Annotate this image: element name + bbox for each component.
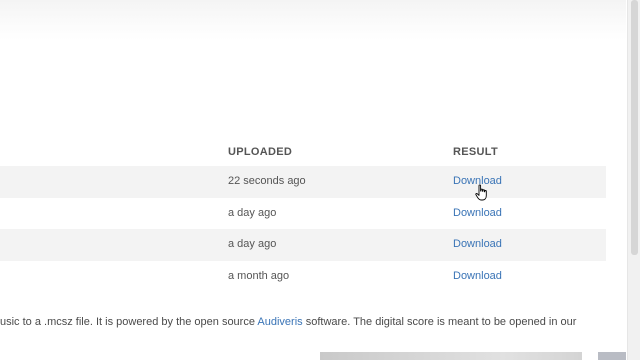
uploaded-column-header: UPLOADED [228,146,293,158]
audiveris-link[interactable]: Audiveris [257,316,302,328]
uploaded-time: a day ago [228,206,277,219]
preview-image [320,352,582,360]
download-link[interactable]: Download [453,270,502,282]
results-table: UPLOADED RESULT 22 seconds ago Download … [0,140,606,292]
uploaded-time: a day ago [228,238,277,250]
description-text: usic to a .mcsz file. It is powered by t… [0,316,576,328]
download-link[interactable]: Download [453,238,502,250]
table-row: a day ago Download [0,198,606,230]
description-text-end: software. The digital score is meant to … [302,316,577,328]
result-column-header: RESULT [453,146,498,158]
table-row: 22 seconds ago Download [0,166,606,198]
hand-pointer-icon [475,184,487,201]
download-link[interactable]: Download [453,207,502,219]
uploaded-time: 22 seconds ago [228,175,306,187]
preview-image [598,352,626,360]
table-row: a month ago Download [0,261,606,293]
vertical-scrollbar[interactable] [627,0,640,360]
top-banner-background [0,0,626,40]
table-header-row: UPLOADED RESULT [0,140,606,166]
scrollbar-thumb[interactable] [631,0,638,255]
description-text-start: usic to a .mcsz file. It is powered by t… [0,316,258,328]
table-row: a day ago Download [0,229,606,261]
uploaded-time: a month ago [228,269,290,282]
